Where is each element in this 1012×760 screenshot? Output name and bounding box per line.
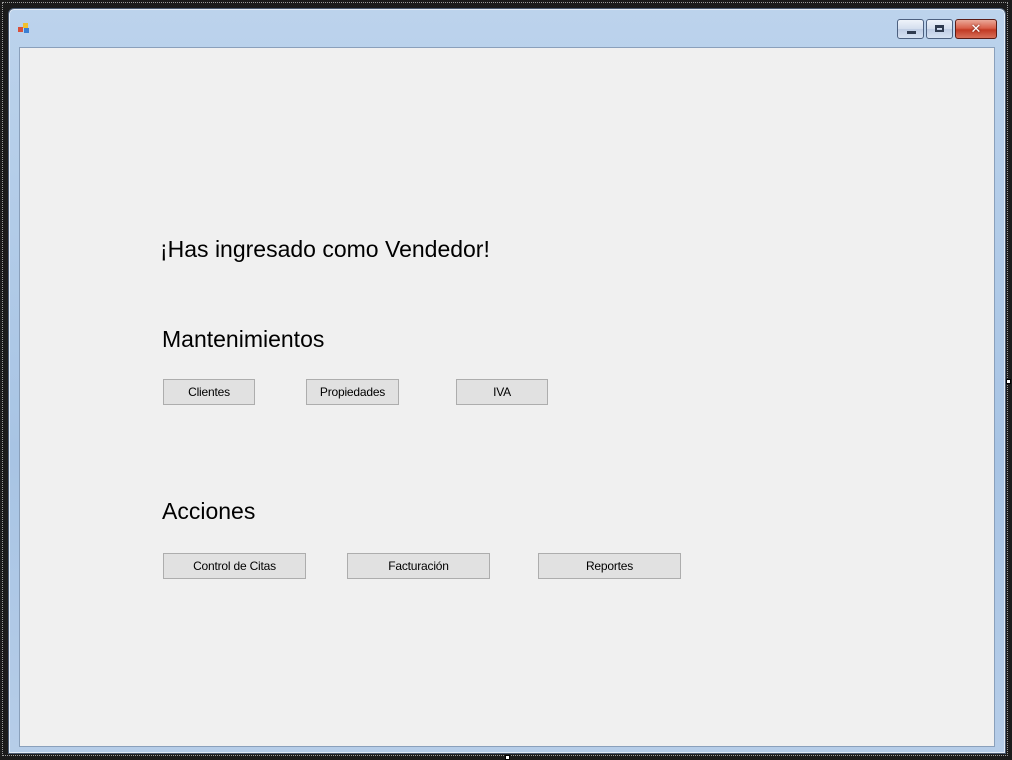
maximize-icon — [935, 25, 944, 32]
close-icon: ✕ — [970, 21, 982, 37]
reportes-button[interactable]: Reportes — [538, 553, 681, 579]
resize-handle-bottom[interactable] — [505, 755, 510, 760]
minimize-icon — [907, 31, 916, 34]
control-de-citas-button[interactable]: Control de Citas — [163, 553, 306, 579]
iva-button[interactable]: IVA — [456, 379, 548, 405]
minimize-button[interactable] — [897, 19, 924, 39]
windows-form-icon — [18, 23, 30, 33]
clientes-button[interactable]: Clientes — [163, 379, 255, 405]
title-bar[interactable]: ✕ — [9, 9, 1005, 47]
welcome-label: ¡Has ingresado como Vendedor! — [160, 236, 490, 262]
form-client-area: ¡Has ingresado como Vendedor! Mantenimie… — [19, 47, 995, 747]
propiedades-button[interactable]: Propiedades — [306, 379, 399, 405]
resize-handle-right[interactable] — [1006, 379, 1011, 384]
form-window: ✕ ¡Has ingresado como Vendedor! Mantenim… — [8, 8, 1006, 754]
acciones-heading: Acciones — [162, 498, 256, 524]
close-button[interactable]: ✕ — [955, 19, 997, 39]
facturacion-button[interactable]: Facturación — [347, 553, 490, 579]
mantenimientos-heading: Mantenimientos — [162, 326, 325, 352]
caption-buttons: ✕ — [895, 19, 997, 39]
maximize-button[interactable] — [926, 19, 953, 39]
